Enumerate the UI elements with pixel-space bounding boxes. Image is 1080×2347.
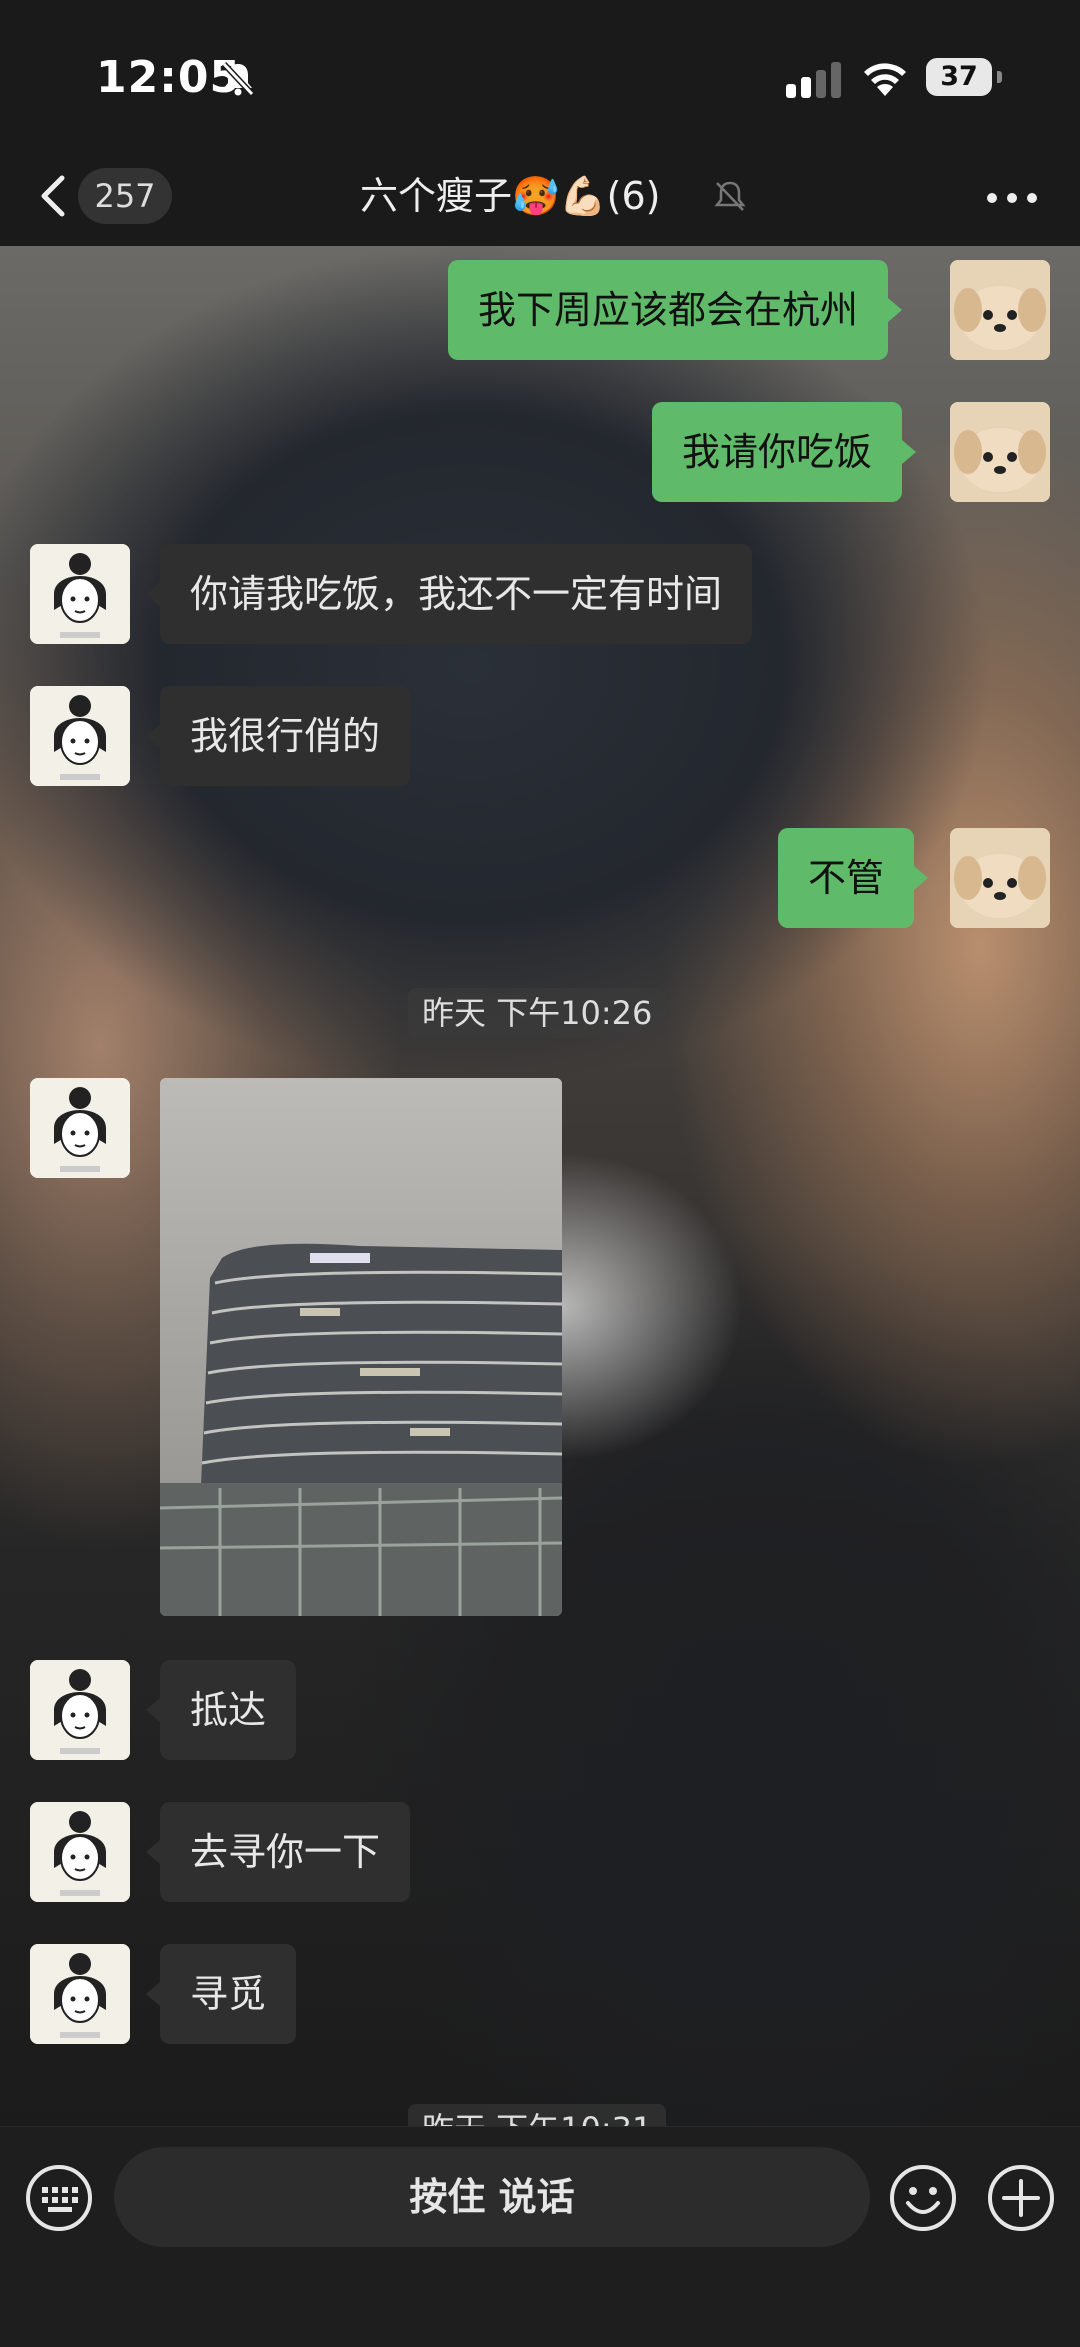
emoji-icon[interactable] [888, 2163, 958, 2233]
hold-to-talk-button[interactable]: 按住 说话 [114, 2147, 870, 2247]
girl-avatar-icon[interactable] [30, 1660, 130, 1760]
image-message[interactable] [160, 1078, 562, 1616]
message-bubble-incoming[interactable]: 我很行俏的 [145, 686, 411, 786]
battery-level: 37 [940, 61, 978, 92]
girl-avatar-icon[interactable] [30, 1078, 130, 1178]
message-bubble-incoming[interactable]: 你请我吃饭，我还不一定有时间 [145, 544, 753, 644]
message-bubble-outgoing[interactable]: 我请你吃饭 [652, 402, 917, 502]
girl-avatar-icon[interactable] [30, 1802, 130, 1902]
timestamp-label: 昨天 下午10:26 [408, 988, 667, 1038]
battery-icon: 37 [926, 58, 1002, 96]
more-icon[interactable] [984, 180, 1040, 216]
chat-title[interactable]: 六个瘦子🥵💪🏻(6) [360, 166, 760, 226]
dog-avatar-icon[interactable] [950, 260, 1050, 360]
battery-nub [997, 71, 1002, 83]
chat-header: 257 六个瘦子🥵💪🏻(6) [0, 150, 1080, 246]
building-photo [160, 1078, 562, 1616]
status-bar: 12:05 37 [0, 0, 1080, 150]
dog-avatar-icon[interactable] [950, 402, 1050, 502]
message-bubble-outgoing[interactable]: 不管 [778, 828, 929, 928]
unread-count-badge[interactable]: 257 [78, 168, 172, 224]
girl-avatar-icon[interactable] [30, 1944, 130, 2044]
mute-icon [221, 61, 255, 97]
home-indicator-area [0, 2298, 1080, 2347]
wifi-icon [864, 63, 906, 96]
girl-avatar-icon[interactable] [30, 544, 130, 644]
girl-avatar-icon[interactable] [30, 686, 130, 786]
signal-icon [786, 62, 841, 98]
bell-slash-icon [714, 181, 746, 211]
chevron-left-icon[interactable] [34, 170, 74, 222]
message-bubble-outgoing[interactable]: 我下周应该都会在杭州 [448, 260, 903, 360]
keyboard-icon[interactable] [24, 2163, 94, 2233]
message-bubble-incoming[interactable]: 寻觅 [145, 1944, 297, 2044]
plus-icon[interactable] [986, 2163, 1056, 2233]
message-bubble-incoming[interactable]: 抵达 [145, 1660, 297, 1760]
dog-avatar-icon[interactable] [950, 828, 1050, 928]
message-bubble-incoming[interactable]: 去寻你一下 [145, 1802, 411, 1902]
